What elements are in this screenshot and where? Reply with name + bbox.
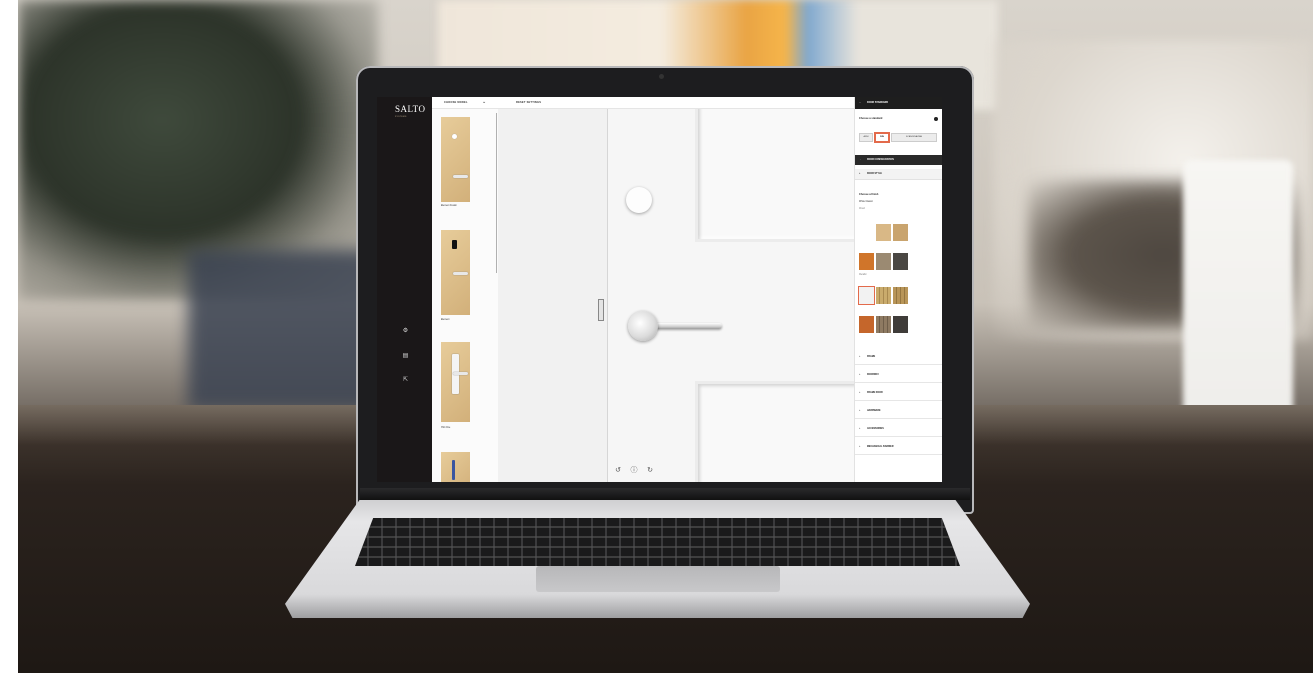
help-icon[interactable] <box>934 117 938 121</box>
swatch-white-classic[interactable] <box>859 287 874 304</box>
reset-settings-button[interactable]: RESET SETTINGS <box>516 101 541 104</box>
standard-option-din[interactable]: DIN <box>875 133 889 142</box>
lever-icon <box>453 175 468 178</box>
brand-logo[interactable]: SALTO <box>395 104 426 114</box>
section-accessories[interactable]: + ACCESSORIES <box>855 421 942 437</box>
gear-icon[interactable]: ⚙ <box>402 328 409 335</box>
arrow-right-icon: → <box>859 159 862 161</box>
share-icon[interactable]: ⇱ <box>402 377 409 384</box>
bar-label: DOOR CONFIGURATION <box>867 159 894 161</box>
lever-icon <box>453 372 468 375</box>
left-rail: SALTO SYSTEMS ⚙ ▤ ⇱ <box>377 97 432 482</box>
plus-icon: + <box>859 392 861 394</box>
standard-option-ansi[interactable]: ANSI <box>859 133 873 142</box>
reader-icon <box>452 240 457 249</box>
calendar-icon[interactable]: ▤ <box>402 353 409 360</box>
swatch-cherry[interactable] <box>859 253 874 270</box>
keyboard-rows <box>355 518 960 566</box>
header-label: DOOR STANDARD <box>867 101 889 104</box>
config-panel: ← DOOR STANDARD Choose a standard ANSI D… <box>854 97 942 482</box>
door-style-bar[interactable]: + DOOR STYLE <box>855 169 942 180</box>
door-configuration-bar[interactable]: → DOOR CONFIGURATION <box>855 155 942 165</box>
section-label: MECHANICAL BARRIER <box>867 446 894 448</box>
door-standard-header[interactable]: ← DOOR STANDARD <box>855 97 942 109</box>
model-thumbnails: Element Fusion Element XS4 One <box>432 109 498 482</box>
plus-icon: + <box>859 374 861 376</box>
plus-icon: + <box>859 428 861 430</box>
reader-knob <box>626 187 652 213</box>
section-label: HARDWARE <box>867 410 881 412</box>
plus-icon: + <box>859 356 861 358</box>
door-preview[interactable]: ↺ ⓘ ↻ <box>498 109 858 482</box>
door-panel-bottom <box>698 384 858 482</box>
thumbnail-label: Element <box>441 319 450 321</box>
standard-title: Choose a standard <box>859 117 883 120</box>
thumbnail-label: Element Fusion <box>441 205 457 207</box>
section-doorway[interactable]: + DOORWAY <box>855 367 942 383</box>
rotate-left-icon[interactable]: ↺ <box>613 466 623 476</box>
section-frame-door[interactable]: + FRAME DOOR <box>855 385 942 401</box>
swatch-taupe[interactable] <box>876 253 891 270</box>
finish-group-metallic: Metallic <box>859 274 867 276</box>
thumbnail-label: XS4 One <box>441 427 451 429</box>
section-label: FRAME DOOR <box>867 392 883 394</box>
knob-icon <box>452 134 457 139</box>
section-label: FRAME <box>867 356 876 358</box>
section-label: ACCESSORIES <box>867 428 884 430</box>
thumbnails-scrollbar[interactable] <box>496 113 497 273</box>
lever-rose <box>628 311 658 341</box>
swatch-copper[interactable] <box>859 316 874 333</box>
thumbnail-more[interactable] <box>441 452 470 482</box>
thumbnail-element[interactable] <box>441 230 470 315</box>
latch-plate <box>598 299 604 321</box>
swatch-walnut-stripe[interactable] <box>876 287 891 304</box>
lever-icon <box>453 272 468 275</box>
laptop-screen: SALTO SYSTEMS ⚙ ▤ ⇱ CHOOSE MODEL ⌄ RESET… <box>377 97 942 482</box>
bar-label: DOOR STYLE <box>867 173 882 175</box>
swatch-teak-stripe[interactable] <box>893 287 908 304</box>
plus-icon: + <box>859 446 861 448</box>
door-panel-top <box>698 109 858 239</box>
background-chair <box>188 250 378 410</box>
camera-icon <box>659 74 664 79</box>
swatch-graphite[interactable] <box>893 253 908 270</box>
plus-icon: + <box>859 410 861 412</box>
laptop-trackpad <box>536 566 780 592</box>
laptop-hinge <box>360 488 970 500</box>
swatch-oak[interactable] <box>876 224 891 241</box>
swatch-white[interactable] <box>859 224 874 241</box>
swatch-bronze[interactable] <box>876 316 891 333</box>
canvas-toolbar: ↺ ⓘ ↻ <box>613 466 663 476</box>
section-label: DOORWAY <box>867 374 879 376</box>
swatch-maple[interactable] <box>893 224 908 241</box>
configurator-app: SALTO SYSTEMS ⚙ ▤ ⇱ CHOOSE MODEL ⌄ RESET… <box>377 97 942 482</box>
rotate-right-icon[interactable]: ↻ <box>645 466 655 476</box>
escutcheon-icon <box>452 460 455 480</box>
finish-selected: White Classic <box>859 201 873 203</box>
chevron-down-icon[interactable]: ⌄ <box>482 99 486 105</box>
finish-group-wood: Wood <box>859 208 865 210</box>
thumbnail-element-fusion[interactable] <box>441 117 470 202</box>
arrow-left-icon: ← <box>859 101 862 104</box>
choose-model-menu[interactable]: CHOOSE MODEL <box>444 101 468 104</box>
plus-icon: + <box>859 173 861 175</box>
section-hardware[interactable]: + HARDWARE <box>855 403 942 419</box>
door-lever <box>648 323 722 329</box>
brand-tagline: SYSTEMS <box>395 116 407 118</box>
section-frame[interactable]: + FRAME <box>855 349 942 365</box>
finish-title: Choose a finish <box>859 193 879 196</box>
thumbnail-xs4-one[interactable] <box>441 342 470 422</box>
swatch-black[interactable] <box>893 316 908 333</box>
info-icon[interactable]: ⓘ <box>629 466 639 476</box>
standard-option-scandinavian[interactable]: SCANDINAVIAN <box>891 133 937 142</box>
section-mechanical-barrier[interactable]: + MECHANICAL BARRIER <box>855 439 942 455</box>
